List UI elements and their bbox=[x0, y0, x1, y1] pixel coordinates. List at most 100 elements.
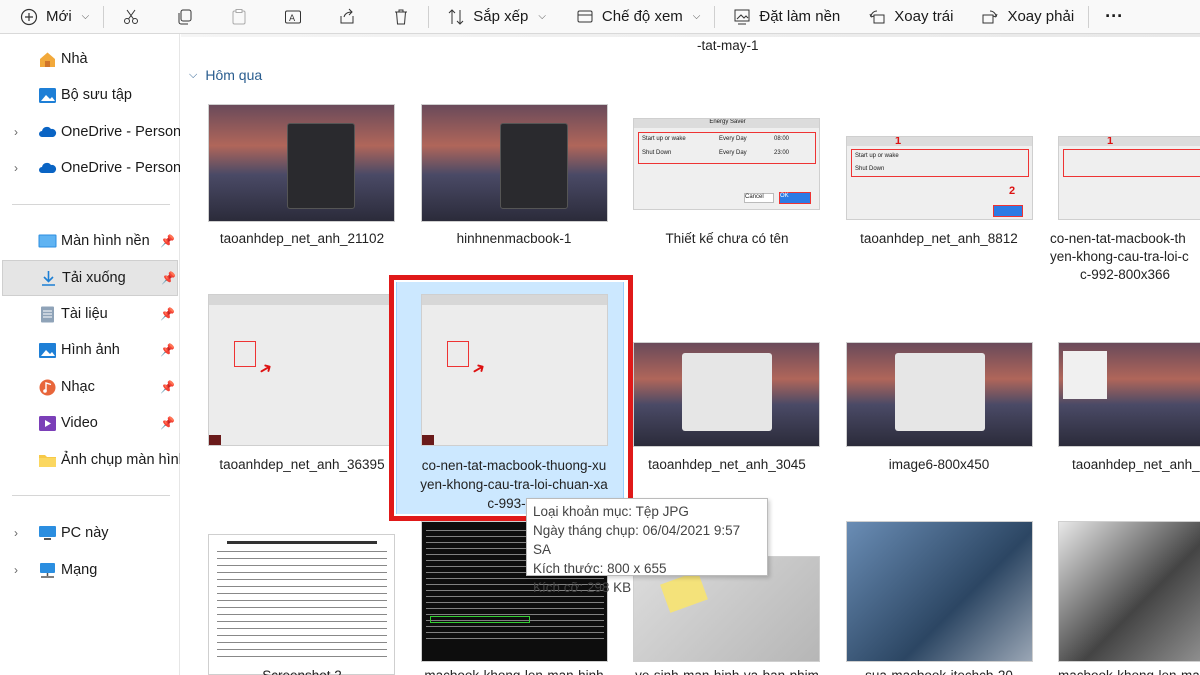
cut-button[interactable] bbox=[104, 0, 158, 34]
sidebar-item-music[interactable]: Nhạc 📌 bbox=[0, 370, 180, 404]
home-icon bbox=[40, 52, 55, 67]
file-name[interactable]: ve-sinh-man-hinh-va-ban-phim bbox=[627, 667, 827, 675]
paste-button[interactable] bbox=[212, 0, 266, 34]
sidebar-item-video[interactable]: Video 📌 bbox=[0, 406, 180, 440]
command-bar: Mới ⌵ A Sắp xếp ⌵ Chế độ xem ⌵ Đặt làm n… bbox=[0, 0, 1200, 34]
rename-icon: A bbox=[285, 10, 302, 24]
network-icon bbox=[40, 562, 55, 578]
thumbnail-mac-desktop[interactable] bbox=[208, 104, 395, 222]
file-name[interactable]: image6-800x450 bbox=[839, 456, 1039, 474]
sidebar-item-screenshots[interactable]: Ảnh chụp màn hình bbox=[0, 443, 180, 477]
trash-icon bbox=[395, 9, 408, 24]
more-button[interactable]: ··· bbox=[1089, 0, 1137, 34]
pc-icon bbox=[39, 525, 56, 540]
pin-icon[interactable]: 📌 bbox=[160, 343, 175, 357]
rotate-right-icon bbox=[982, 10, 998, 23]
thumbnail-document[interactable] bbox=[208, 534, 395, 675]
file-name[interactable]: macbook-khong-len-ma bbox=[1050, 667, 1200, 675]
sidebar-item-this-pc[interactable]: › PC này bbox=[0, 516, 180, 550]
navigation-pane: Nhà Bộ sưu tập › OneDrive - Persona › On… bbox=[0, 34, 180, 675]
set-background-button[interactable]: Đặt làm nền bbox=[715, 0, 854, 34]
copy-button[interactable] bbox=[158, 0, 212, 34]
rename-button[interactable]: A bbox=[266, 0, 320, 34]
chevron-right-icon[interactable]: › bbox=[14, 125, 18, 139]
file-name[interactable]: taoanhdep_net_anh_21102 bbox=[202, 230, 402, 248]
arrow-icon: ➜ bbox=[255, 358, 277, 381]
chevron-down-icon: ⌵ bbox=[81, 11, 90, 22]
sidebar-item-onedrive-2[interactable]: › OneDrive - Persona bbox=[0, 151, 180, 185]
file-name[interactable]: co-nen-tat-macbook-th yen-khong-cau-tra-… bbox=[1050, 230, 1200, 284]
file-view: -tat-may-1 ⌵ Hôm qua taoanhdep_net_anh_2… bbox=[181, 34, 1200, 675]
file-name[interactable]: taoanhdep_net_anh_8812 bbox=[839, 230, 1039, 248]
thumbnail-mac-desktop[interactable] bbox=[421, 104, 608, 222]
thumbnail-macbook-internals[interactable] bbox=[1058, 521, 1200, 662]
more-icon: ··· bbox=[1105, 6, 1124, 26]
chevron-right-icon[interactable]: › bbox=[14, 563, 18, 577]
share-icon bbox=[340, 8, 354, 23]
thumbnail-system-preferences[interactable]: ➜ bbox=[208, 294, 395, 446]
file-name[interactable]: taoanhdep_net_anh_36395 bbox=[202, 456, 402, 474]
video-icon bbox=[39, 415, 56, 431]
sidebar-item-downloads[interactable]: Tải xuống 📌 bbox=[2, 260, 178, 296]
chevron-right-icon[interactable]: › bbox=[14, 526, 18, 540]
sort-button[interactable]: Sắp xếp ⌵ bbox=[429, 0, 560, 34]
chevron-down-icon: ⌵ bbox=[538, 11, 546, 22]
pin-icon[interactable]: 📌 bbox=[160, 234, 175, 248]
pin-icon[interactable]: 📌 bbox=[160, 380, 175, 394]
desktop-icon bbox=[38, 234, 57, 247]
pictures-icon bbox=[39, 342, 56, 358]
thumbnail-energy-saver-numbered[interactable]: 1 Start up or wake Shut Down 2 bbox=[846, 136, 1033, 220]
file-name[interactable]: hinhnenmacbook-1 bbox=[414, 230, 614, 248]
pin-icon[interactable]: 📌 bbox=[160, 416, 175, 430]
file-info-tooltip: Loại khoản mục: Tệp JPG Ngày tháng chụp:… bbox=[526, 498, 768, 595]
file-name[interactable]: taoanhdep_net_anh_3045 bbox=[627, 456, 827, 474]
thumbnail-mac-menu-desktop[interactable] bbox=[1058, 342, 1200, 447]
thumbnail-energy-saver[interactable]: Energy Saver Start up or wake Every Day … bbox=[633, 118, 820, 210]
view-icon bbox=[577, 10, 593, 22]
downloads-icon bbox=[42, 270, 55, 286]
scissors-icon bbox=[124, 9, 139, 24]
wallpaper-icon bbox=[734, 9, 750, 24]
pin-icon[interactable]: 📌 bbox=[160, 307, 175, 321]
sort-icon bbox=[448, 8, 464, 25]
highlight-frame bbox=[390, 276, 632, 520]
documents-icon bbox=[41, 306, 54, 322]
file-name-partial: -tat-may-1 bbox=[697, 38, 759, 53]
new-button[interactable]: Mới ⌵ bbox=[0, 0, 103, 34]
sidebar-item-home[interactable]: Nhà bbox=[0, 42, 180, 76]
sidebar-item-gallery[interactable]: Bộ sưu tập bbox=[0, 78, 180, 112]
music-icon bbox=[39, 379, 56, 395]
rotate-left-button[interactable]: Xoay trái bbox=[854, 0, 967, 34]
paste-icon bbox=[232, 8, 246, 24]
thumbnail-laptop-repair[interactable] bbox=[846, 521, 1033, 662]
share-button[interactable] bbox=[320, 0, 374, 34]
view-button[interactable]: Chế độ xem ⌵ bbox=[560, 0, 714, 34]
file-name[interactable]: taoanhdep_net_anh_5 bbox=[1050, 456, 1200, 474]
file-name[interactable]: Thiết kế chưa có tên bbox=[627, 230, 827, 248]
rotate-right-button[interactable]: Xoay phải bbox=[967, 0, 1088, 34]
sidebar-item-pictures[interactable]: Hình ảnh 📌 bbox=[0, 333, 180, 367]
file-name[interactable]: sua-macbook-itechcb-20 bbox=[839, 667, 1039, 675]
onedrive-icon bbox=[39, 126, 57, 137]
sidebar-item-desktop[interactable]: Màn hình nền 📌 bbox=[0, 224, 180, 258]
thumbnail-mac-prefs-desktop[interactable] bbox=[846, 342, 1033, 447]
sidebar-item-network[interactable]: › Mạng bbox=[0, 553, 180, 587]
file-name[interactable]: Screenshot 2 bbox=[202, 667, 402, 675]
onedrive-icon bbox=[39, 162, 57, 173]
chevron-down-icon: ⌵ bbox=[692, 11, 701, 22]
gallery-icon bbox=[39, 87, 56, 103]
copy-icon bbox=[178, 9, 192, 24]
sidebar-item-documents[interactable]: Tài liệu 📌 bbox=[0, 297, 180, 331]
file-name[interactable]: macbook-khong-len-man-hinh bbox=[414, 667, 614, 675]
thumbnail-mac-prefs-desktop[interactable] bbox=[633, 342, 820, 447]
folder-icon bbox=[39, 454, 56, 467]
sidebar-item-onedrive-1[interactable]: › OneDrive - Persona bbox=[0, 115, 180, 149]
chevron-right-icon[interactable]: › bbox=[14, 161, 18, 175]
plus-circle-icon bbox=[20, 8, 38, 25]
chevron-down-icon: ⌵ bbox=[189, 68, 198, 81]
pin-icon[interactable]: 📌 bbox=[161, 271, 176, 285]
thumbnail-energy-saver-crop[interactable]: 1 bbox=[1058, 136, 1200, 220]
group-header-yesterday[interactable]: ⌵ Hôm qua bbox=[189, 67, 262, 83]
delete-button[interactable] bbox=[374, 0, 428, 34]
svg-text:A: A bbox=[289, 14, 296, 24]
